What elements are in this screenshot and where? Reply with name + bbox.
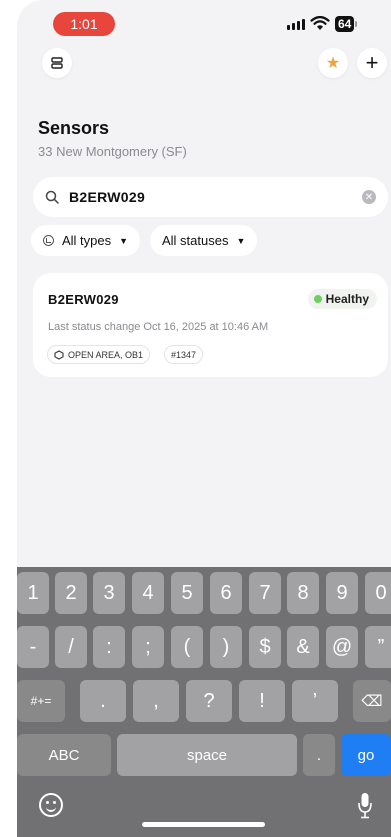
key-5[interactable]: 5 (171, 572, 203, 614)
key-colon[interactable]: : (93, 626, 125, 668)
status-dot-icon (313, 295, 322, 303)
key-open-paren[interactable]: ( (171, 626, 203, 668)
key-symbols[interactable]: #+= (17, 680, 65, 722)
key-quote[interactable]: ” (365, 626, 391, 668)
app-screen: 1:01 64 ★ + Sensors 33 New Montgomery (S… (17, 0, 391, 837)
search-icon (45, 190, 59, 204)
key-apostrophe[interactable]: ’ (292, 680, 338, 722)
backspace-key[interactable]: ⌫ (353, 680, 391, 722)
space-key[interactable]: space (117, 734, 297, 776)
key-ampersand[interactable]: & (287, 626, 319, 668)
key-hyphen[interactable]: - (17, 626, 49, 668)
wifi-icon (310, 16, 330, 30)
star-icon: ★ (325, 55, 341, 72)
favorite-button[interactable]: ★ (318, 48, 348, 78)
search-input[interactable]: B2ERW029 (69, 189, 362, 205)
key-1[interactable]: 1 (17, 572, 49, 614)
home-indicator (142, 822, 265, 827)
sensor-type-icon (43, 235, 54, 246)
sensor-card[interactable]: B2ERW029 Healthy Last status change Oct … (33, 273, 388, 377)
clear-icon[interactable]: ✕ (362, 190, 376, 204)
key-3[interactable]: 3 (93, 572, 125, 614)
microphone-icon[interactable] (358, 791, 372, 821)
battery-indicator: 64 (335, 16, 358, 32)
area-icon (54, 349, 64, 360)
key-semicolon[interactable]: ; (132, 626, 164, 668)
type-filter-label: All types (62, 233, 112, 248)
status-badge: Healthy (307, 289, 377, 309)
key-slash[interactable]: / (55, 626, 87, 668)
chevron-down-icon: ▼ (119, 235, 129, 246)
abc-key[interactable]: ABC (17, 734, 111, 776)
status-filter-label: All statuses (162, 233, 229, 248)
last-status-change: Last status change Oct 16, 2025 at 10:46… (48, 321, 269, 333)
status-label: Healthy (325, 292, 369, 306)
go-key[interactable]: go (341, 734, 391, 776)
key-dollar[interactable]: $ (249, 626, 281, 668)
server-icon (51, 57, 63, 69)
key-4[interactable]: 4 (132, 572, 164, 614)
chevron-down-icon: ▼ (236, 235, 246, 246)
key-2[interactable]: 2 (55, 572, 87, 614)
key-7[interactable]: 7 (249, 572, 281, 614)
key-9[interactable]: 9 (326, 572, 358, 614)
key-0[interactable]: 0 (365, 572, 391, 614)
sensor-number-tag: #1347 (164, 345, 204, 364)
key-at[interactable]: @ (326, 626, 358, 668)
add-button[interactable]: + (357, 48, 387, 78)
key-question[interactable]: ? (186, 680, 232, 722)
cellular-signal-icon (287, 19, 305, 30)
location-tag-label: OPEN AREA, OB1 (68, 349, 144, 360)
emoji-icon[interactable] (39, 793, 63, 817)
key-comma[interactable]: , (133, 680, 179, 722)
menu-button[interactable] (42, 48, 72, 78)
page-subtitle: 33 New Montgomery (SF) (38, 144, 187, 159)
key-6[interactable]: 6 (210, 572, 242, 614)
plus-icon: + (365, 50, 379, 75)
status-time: 1:01 (53, 12, 115, 36)
key-exclamation[interactable]: ! (239, 680, 285, 722)
key-period[interactable]: . (80, 680, 126, 722)
type-filter-dropdown[interactable]: All types ▼ (31, 225, 141, 256)
on-screen-keyboard: 1 2 3 4 5 6 7 8 9 0 - / : ; ( ) $ & @ ” … (17, 567, 391, 837)
location-tag: OPEN AREA, OB1 (47, 345, 151, 364)
key-8[interactable]: 8 (287, 572, 319, 614)
page-title: Sensors (38, 118, 110, 138)
sensor-name: B2ERW029 (48, 292, 119, 307)
status-filter-dropdown[interactable]: All statuses ▼ (150, 225, 258, 256)
key-close-paren[interactable]: ) (210, 626, 242, 668)
key-dot[interactable]: . (303, 734, 335, 776)
search-field[interactable]: B2ERW029 ✕ (33, 177, 388, 217)
status-bar: 1:01 64 (17, 0, 391, 44)
